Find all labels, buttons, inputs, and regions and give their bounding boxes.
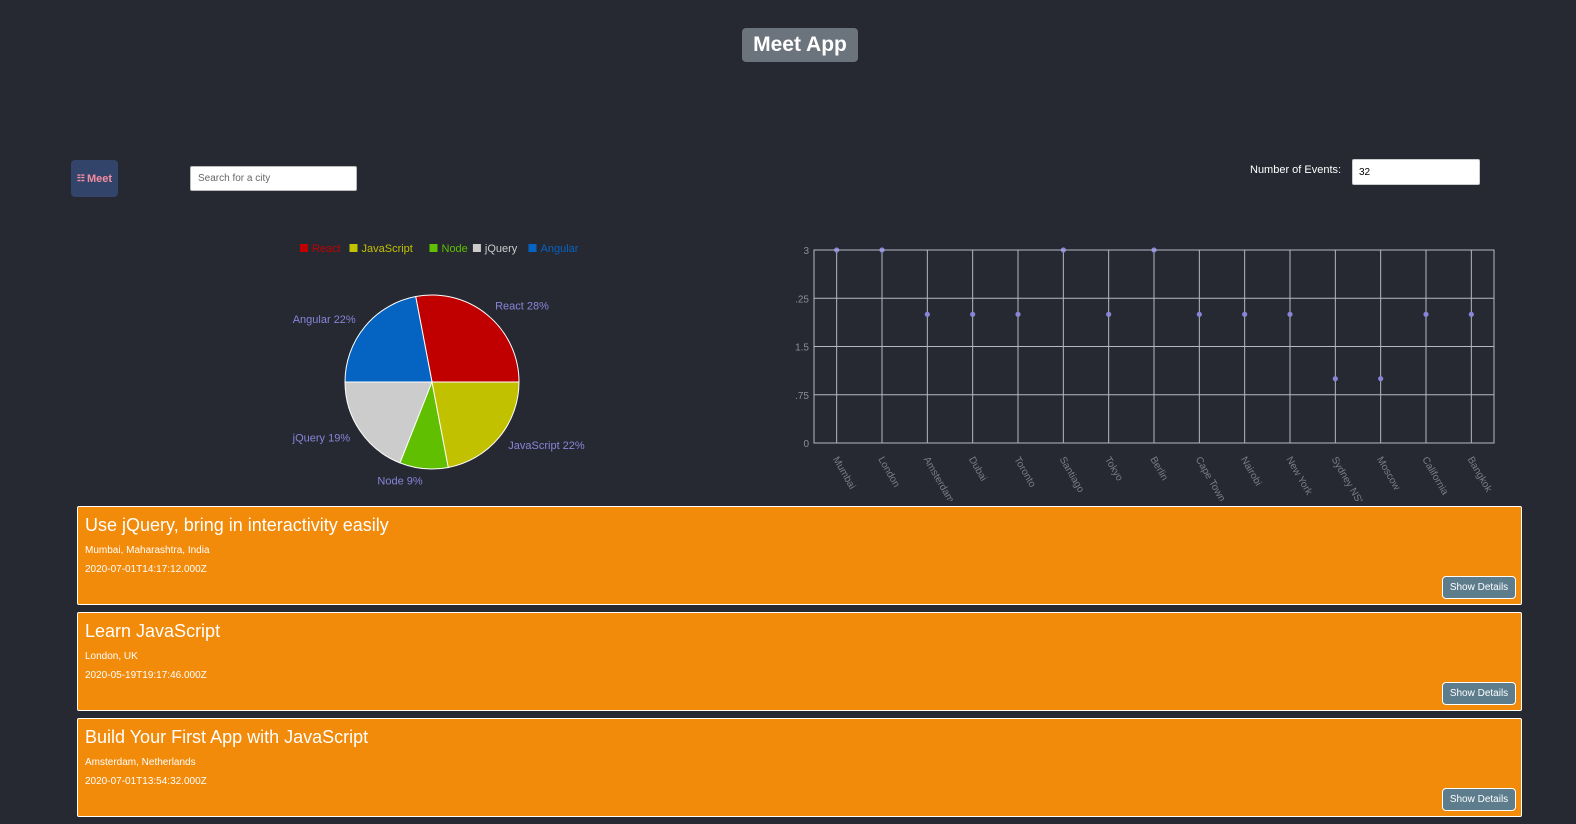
legend-label: jQuery — [484, 243, 518, 255]
city-search-input[interactable] — [190, 166, 357, 191]
scatter-point — [924, 311, 930, 317]
scatter-point — [1015, 311, 1021, 317]
legend-label: JavaScript — [362, 243, 413, 255]
legend-swatch — [349, 244, 358, 252]
event-card: Learn JavaScript London, UK 2020-05-19T1… — [77, 612, 1522, 711]
scatter-point — [1378, 376, 1384, 382]
x-tick-label: Berlin — [1147, 455, 1169, 483]
logo-text: Meet — [87, 172, 113, 185]
scatter-point — [1332, 376, 1338, 382]
event-location: Mumbai, Maharashtra, India — [85, 545, 210, 556]
calendar-icon: ☷ — [76, 173, 85, 183]
scatter-point — [1242, 311, 1248, 317]
number-of-events-label: Number of Events: — [1250, 164, 1342, 176]
legend-swatch — [300, 244, 308, 252]
scatter-chart-svg: 0 .75 1.5 .25 3 Mumbai London Amsterdam Dubai Tor… — [795, 246, 1495, 512]
scatter-point — [1287, 311, 1293, 317]
event-card: Build Your First App with JavaScript Ams… — [77, 718, 1522, 817]
event-time: 2020-05-19T19:17:46.000Z — [85, 670, 207, 681]
y-tick-label: .25 — [795, 294, 809, 305]
x-tick-label: New York — [1283, 455, 1314, 498]
x-tick-label: Toronto — [1011, 455, 1037, 490]
x-tick-label: London — [875, 455, 901, 489]
legend-label: React — [312, 243, 341, 255]
scatter-point — [1423, 311, 1429, 317]
city-scatter-chart: 0 .75 1.5 .25 3 Mumbai London Amsterdam Dubai Tor… — [780, 236, 1510, 512]
show-details-button[interactable]: Show Details — [1442, 682, 1516, 705]
x-tick-label: Amsterdam — [921, 455, 956, 501]
event-title: Use jQuery, bring in interactivity easil… — [85, 515, 389, 535]
event-time: 2020-07-01T13:54:32.000Z — [85, 776, 207, 787]
x-tick-label: Bangkok — [1465, 455, 1494, 495]
legend-swatch — [528, 244, 537, 252]
number-of-events-input[interactable] — [1352, 159, 1480, 185]
genre-pie-chart: React JavaScript Node jQuery Angular React 28… — [280, 236, 600, 488]
scatter-point — [1106, 311, 1112, 317]
legend-label: Angular — [541, 243, 579, 255]
x-tick-label: Nairobi — [1238, 455, 1263, 488]
legend-swatch — [472, 244, 481, 252]
pie-chart-svg: React JavaScript Node jQuery Angular React 28… — [292, 243, 585, 488]
show-details-button[interactable]: Show Details — [1442, 576, 1516, 599]
event-location: Amsterdam, Netherlands — [85, 757, 196, 768]
scatter-point — [970, 311, 976, 317]
pie-label: Angular 22% — [293, 314, 356, 326]
event-time: 2020-07-01T14:17:12.000Z — [85, 564, 207, 575]
x-tick-label: Cape Town — [1193, 455, 1227, 501]
y-tick-label: .75 — [795, 391, 809, 402]
pie-label: React 28% — [495, 301, 549, 313]
logo: ☷ Meet — [71, 160, 118, 197]
x-tick-label: Santiago — [1057, 455, 1086, 495]
x-tick-label: California — [1419, 455, 1450, 497]
pie-label: jQuery 19% — [292, 433, 351, 445]
legend-swatch — [429, 244, 438, 252]
x-tick-label: Tokyo — [1102, 455, 1125, 484]
x-tick-label: Mumbai — [830, 455, 857, 491]
scatter-point — [1196, 311, 1202, 317]
x-tick-label: Dubai — [966, 455, 989, 483]
app-title: Meet App — [742, 28, 858, 62]
scatter-point — [1468, 311, 1474, 317]
y-tick-label: 1.5 — [795, 343, 809, 354]
x-tick-label: Sydney NSW — [1329, 455, 1369, 501]
event-list: Use jQuery, bring in interactivity easil… — [77, 506, 1522, 824]
x-tick-label: Moscow — [1374, 455, 1402, 493]
event-title: Learn JavaScript — [85, 621, 221, 641]
y-tick-label: 0 — [803, 439, 809, 450]
event-location: London, UK — [85, 651, 138, 662]
legend-label: Node — [442, 243, 468, 255]
event-card: Use jQuery, bring in interactivity easil… — [77, 506, 1522, 605]
pie-label: JavaScript 22% — [508, 440, 585, 452]
event-title: Build Your First App with JavaScript — [85, 727, 369, 747]
pie-label: Node 9% — [377, 476, 422, 486]
show-details-button[interactable]: Show Details — [1442, 788, 1516, 811]
y-tick-label: 3 — [803, 246, 809, 257]
